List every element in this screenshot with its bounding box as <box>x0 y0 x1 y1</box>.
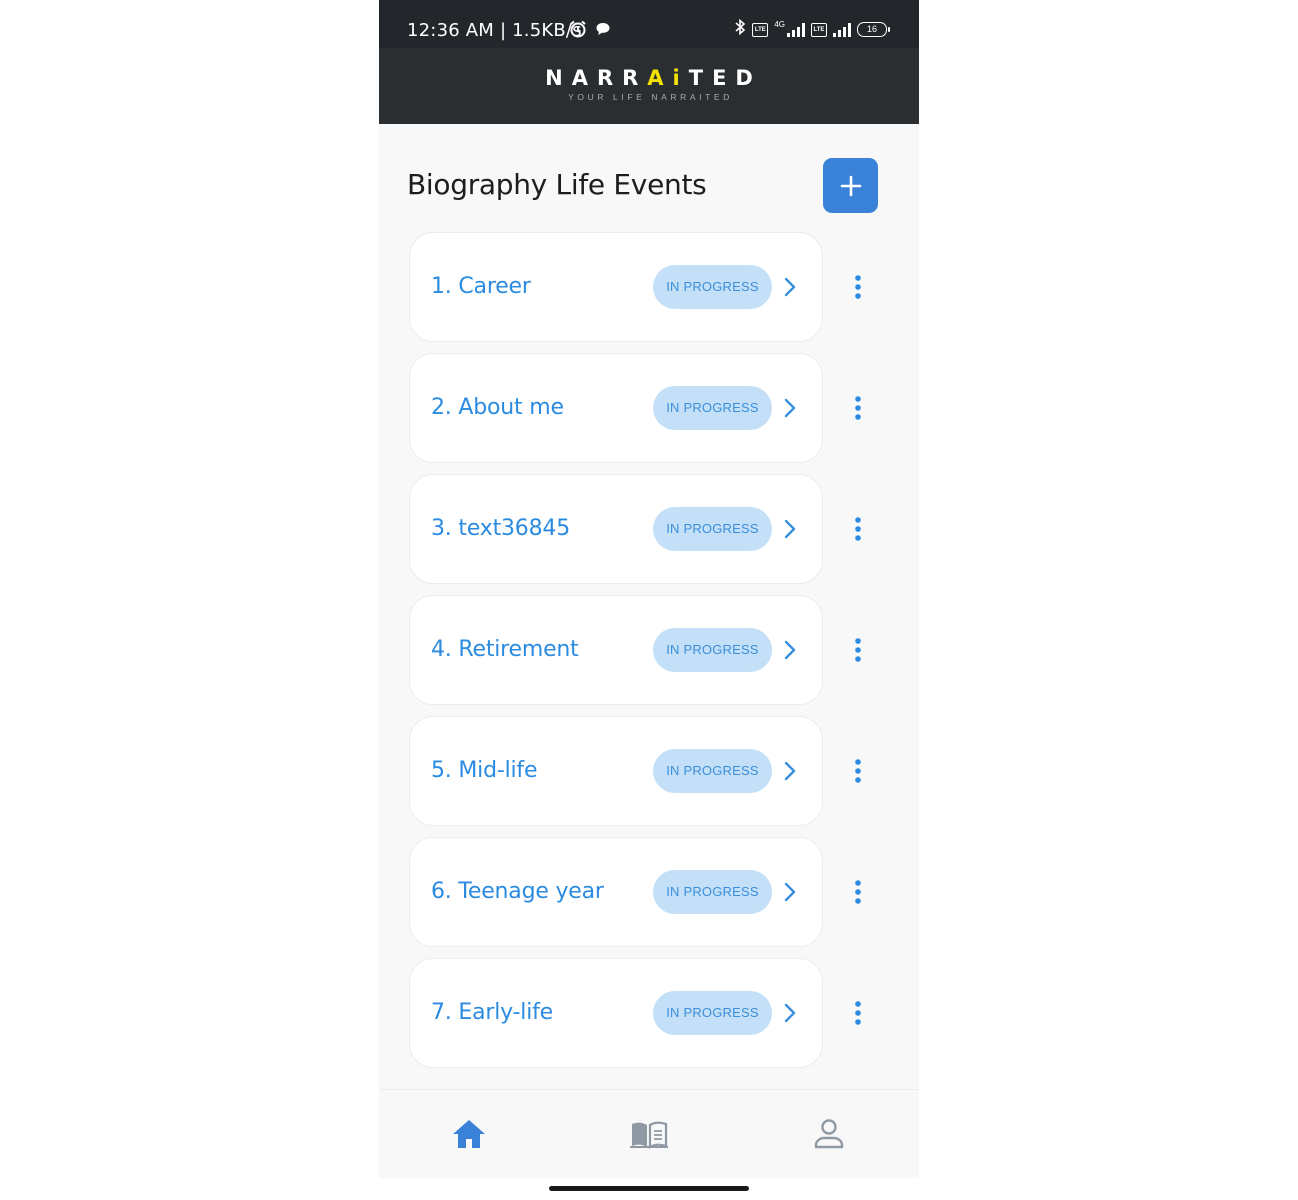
event-title: 5. Mid-life <box>431 758 538 783</box>
book-icon <box>630 1121 668 1149</box>
status-badge: IN PROGRESS <box>653 265 772 309</box>
nav-book[interactable] <box>627 1114 671 1154</box>
more-options-button[interactable] <box>845 635 871 665</box>
plus-icon <box>840 175 861 196</box>
more-options-button[interactable] <box>845 393 871 423</box>
network-type: 4G <box>774 19 785 29</box>
event-row: 4. Retirement IN PROGRESS <box>379 595 919 705</box>
volte-icon: LTE <box>752 22 769 37</box>
event-row: 3. text36845 IN PROGRESS <box>379 474 919 584</box>
event-row: 1. Career IN PROGRESS <box>379 232 919 342</box>
more-vertical-icon <box>855 396 861 420</box>
nav-profile[interactable] <box>807 1114 851 1154</box>
add-event-button[interactable] <box>823 158 878 213</box>
status-badge: IN PROGRESS <box>653 870 772 914</box>
event-row: 5. Mid-life IN PROGRESS <box>379 716 919 826</box>
event-title: 6. Teenage year <box>431 879 604 904</box>
more-vertical-icon <box>855 880 861 904</box>
battery-icon: 16 <box>857 22 890 37</box>
page-title: Biography Life Events <box>407 168 707 201</box>
more-options-button[interactable] <box>845 272 871 302</box>
bottom-nav <box>379 1089 919 1178</box>
more-vertical-icon <box>855 759 861 783</box>
signal-icon <box>787 22 805 37</box>
more-options-button[interactable] <box>845 998 871 1028</box>
chat-bubble-icon <box>595 21 611 42</box>
event-card[interactable]: 2. About me IN PROGRESS <box>409 353 823 463</box>
event-row: 2. About me IN PROGRESS <box>379 353 919 463</box>
more-options-button[interactable] <box>845 514 871 544</box>
status-badge: IN PROGRESS <box>653 749 772 793</box>
chevron-right-icon[interactable] <box>782 639 798 661</box>
signal-icon-2 <box>833 22 851 37</box>
event-title: 1. Career <box>431 274 531 299</box>
more-vertical-icon <box>855 517 861 541</box>
nav-home[interactable] <box>447 1114 491 1154</box>
chevron-right-icon[interactable] <box>782 881 798 903</box>
event-card[interactable]: 4. Retirement IN PROGRESS <box>409 595 823 705</box>
alarm-icon <box>569 20 587 43</box>
event-card[interactable]: 1. Career IN PROGRESS <box>409 232 823 342</box>
event-title: 2. About me <box>431 395 564 420</box>
event-card[interactable]: 6. Teenage year IN PROGRESS <box>409 837 823 947</box>
app-header: NARRAiTED YOUR LIFE NARRAITED <box>379 48 919 124</box>
status-badge: IN PROGRESS <box>653 386 772 430</box>
event-row: 7. Early-life IN PROGRESS <box>379 958 919 1068</box>
chevron-right-icon[interactable] <box>782 760 798 782</box>
status-left-icons <box>569 20 611 43</box>
phone-screen: 12:36 AM | 1.5KB/s LTE 4G LTE 16 NARRAiT… <box>379 0 919 1178</box>
chevron-right-icon[interactable] <box>782 276 798 298</box>
event-title: 4. Retirement <box>431 637 579 662</box>
status-time: 12:36 AM | 1.5KB/s <box>407 20 582 41</box>
event-row: 6. Teenage year IN PROGRESS <box>379 837 919 947</box>
brand-tagline: YOUR LIFE NARRAITED <box>568 92 733 102</box>
status-badge: IN PROGRESS <box>653 507 772 551</box>
event-title: 7. Early-life <box>431 1000 553 1025</box>
status-badge: IN PROGRESS <box>653 628 772 672</box>
event-card[interactable]: 3. text36845 IN PROGRESS <box>409 474 823 584</box>
chevron-right-icon[interactable] <box>782 397 798 419</box>
status-badge: IN PROGRESS <box>653 991 772 1035</box>
profile-icon <box>814 1119 844 1149</box>
status-bar: 12:36 AM | 1.5KB/s LTE 4G LTE 16 <box>379 0 919 48</box>
chevron-right-icon[interactable] <box>782 518 798 540</box>
chevron-right-icon[interactable] <box>782 1002 798 1024</box>
more-vertical-icon <box>855 1001 861 1025</box>
volte-icon-2: LTE <box>811 22 827 37</box>
home-icon <box>453 1120 485 1148</box>
event-card[interactable]: 7. Early-life IN PROGRESS <box>409 958 823 1068</box>
event-title: 3. text36845 <box>431 516 570 541</box>
status-right-icons: LTE 4G LTE 16 <box>734 18 890 41</box>
event-card[interactable]: 5. Mid-life IN PROGRESS <box>409 716 823 826</box>
more-options-button[interactable] <box>845 756 871 786</box>
more-options-button[interactable] <box>845 877 871 907</box>
brand-logo: NARRAiTED <box>545 66 762 90</box>
more-vertical-icon <box>855 275 861 299</box>
more-vertical-icon <box>855 638 861 662</box>
home-indicator[interactable] <box>549 1186 749 1191</box>
bluetooth-icon <box>734 18 746 41</box>
